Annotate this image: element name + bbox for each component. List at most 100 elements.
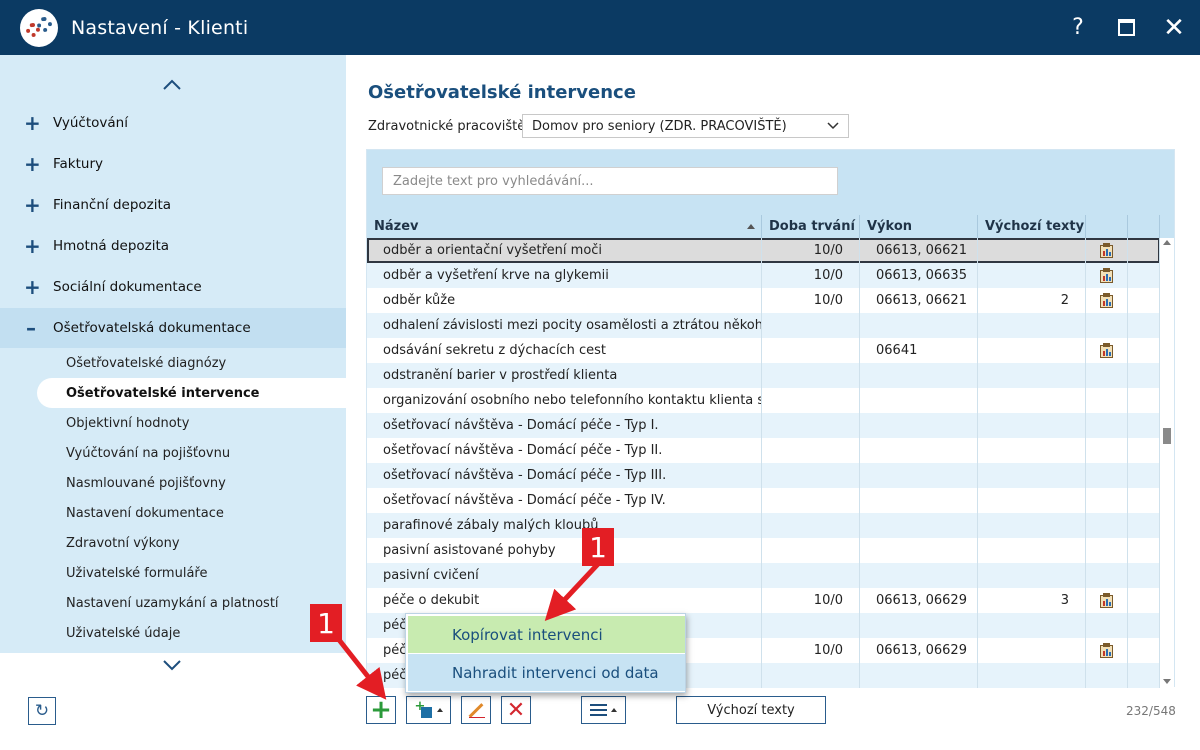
- cell-duration: [762, 538, 860, 563]
- cell-pad: [1128, 438, 1160, 463]
- sidebar-item-label: Ošetřovatelská dokumentace: [53, 320, 251, 336]
- add-button[interactable]: +: [366, 696, 396, 724]
- clipboard-chart-icon[interactable]: [1100, 293, 1113, 308]
- refresh-button[interactable]: ↻: [28, 697, 56, 725]
- cell-icon: [1086, 588, 1128, 613]
- table-row[interactable]: ošetřovací návštěva - Domácí péče - Typ …: [367, 413, 1160, 438]
- search-input[interactable]: [382, 167, 838, 195]
- help-button[interactable]: ?: [1054, 0, 1102, 55]
- maximize-button[interactable]: [1102, 0, 1150, 55]
- cell-vykon: [860, 613, 978, 638]
- cell-texts: [978, 563, 1086, 588]
- sidebar-subitem-label: Uživatelské formuláře: [66, 565, 208, 581]
- cell-pad: [1128, 288, 1160, 313]
- clipboard-chart-icon[interactable]: [1100, 243, 1113, 258]
- workplace-select[interactable]: Domov pro seniory (ZDR. PRACOVIŠTĚ): [522, 114, 849, 138]
- sidebar-item-hmotna-depozita[interactable]: + Hmotná depozita: [0, 226, 346, 266]
- table-row[interactable]: ošetřovací návštěva - Domácí péče - Typ …: [367, 463, 1160, 488]
- table-row[interactable]: pasivní cvičení: [367, 563, 1160, 588]
- table-row[interactable]: odsávání sekretu z dýchacích cest 06641: [367, 338, 1160, 363]
- sidebar-subitem[interactable]: Uživatelské formuláře: [0, 558, 346, 588]
- table-row[interactable]: ošetřovací návštěva - Domácí péče - Typ …: [367, 438, 1160, 463]
- sidebar-subitem[interactable]: Objektivní hodnoty: [0, 408, 346, 438]
- cell-pad: [1128, 338, 1160, 363]
- column-header-duration[interactable]: Doba trvání: [762, 215, 860, 238]
- sidebar-item-financni-depozita[interactable]: + Finanční depozita: [0, 185, 346, 225]
- cell-vykon: [860, 388, 978, 413]
- sidebar-subitem[interactable]: Uživatelské údaje: [0, 618, 346, 648]
- cell-icon: [1086, 413, 1128, 438]
- chevron-up-icon[interactable]: [160, 73, 184, 97]
- cell-vykon: 06613, 06621: [860, 288, 978, 313]
- sidebar-item-vyuctovani[interactable]: + Vyúčtování: [0, 103, 346, 143]
- table-row[interactable]: parafinové zábaly malých kloubů: [367, 513, 1160, 538]
- table-row[interactable]: ošetřovací návštěva - Domácí péče - Typ …: [367, 488, 1160, 513]
- sidebar: + Vyúčtování + Faktury + Finanční depozita …: [0, 55, 346, 750]
- pencil-icon: [468, 702, 484, 718]
- sidebar-subitem[interactable]: Nastavení uzamykání a platností: [0, 588, 346, 618]
- close-button[interactable]: ✕: [1150, 0, 1198, 55]
- sidebar-subitem[interactable]: Nastavení dokumentace: [0, 498, 346, 528]
- clipboard-chart-icon[interactable]: [1100, 343, 1113, 358]
- menu-item-replace-intervention[interactable]: Nahradit intervenci od data: [408, 654, 685, 691]
- scrollbar-thumb[interactable]: [1163, 428, 1171, 444]
- menu-item-copy-intervention[interactable]: Kopírovat intervenci: [408, 616, 685, 653]
- sidebar-item-label: Finanční depozita: [53, 197, 172, 213]
- sidebar-item-label: Vyúčtování: [53, 115, 128, 131]
- clipboard-chart-icon[interactable]: [1100, 643, 1113, 658]
- edit-button[interactable]: [461, 696, 491, 724]
- cell-texts: [978, 488, 1086, 513]
- sidebar-subitem-label: Ošetřovatelské intervence: [66, 385, 260, 401]
- cell-texts: [978, 513, 1086, 538]
- cell-vykon: [860, 663, 978, 688]
- sidebar-subitem[interactable]: Nasmlouvané pojišťovny: [0, 468, 346, 498]
- table-row[interactable]: odběr a vyšetření krve na glykemii 10/0 06…: [367, 263, 1160, 288]
- cell-duration: [762, 463, 860, 488]
- table-row[interactable]: organizování osobního nebo telefonního k…: [367, 388, 1160, 413]
- clipboard-chart-icon[interactable]: [1100, 593, 1113, 608]
- copy-icon: +: [415, 700, 433, 718]
- copy-menu-button[interactable]: +: [406, 696, 451, 724]
- cell-vykon: [860, 438, 978, 463]
- workplace-select-value: Domov pro seniory (ZDR. PRACOVIŠTĚ): [532, 118, 787, 134]
- table-row[interactable]: péče o dekubit 10/0 06613, 06629 3: [367, 588, 1160, 613]
- caret-up-icon: [436, 708, 443, 712]
- column-header-name[interactable]: Název: [367, 215, 762, 238]
- table-row[interactable]: odstranění barier v prostředí klienta: [367, 363, 1160, 388]
- cell-duration: [762, 363, 860, 388]
- sidebar-item-faktury[interactable]: + Faktury: [0, 144, 346, 184]
- table-row[interactable]: odhalení závislosti mezi pocity osamělos…: [367, 313, 1160, 338]
- clipboard-chart-icon[interactable]: [1100, 268, 1113, 283]
- column-header-vykon[interactable]: Výkon: [860, 215, 978, 238]
- sidebar-subitem[interactable]: Vyúčtování na pojišťovnu: [0, 438, 346, 468]
- sidebar-subitem[interactable]: Zdravotní výkony: [0, 528, 346, 558]
- sidebar-item-osetrovatelska-dokumentace[interactable]: – Ošetřovatelská dokumentace: [0, 308, 346, 348]
- cell-name: ošetřovací návštěva - Domácí péče - Typ …: [367, 463, 762, 488]
- cell-duration: [762, 613, 860, 638]
- table-row[interactable]: odběr kůže 10/0 06613, 06621 2: [367, 288, 1160, 313]
- vertical-scrollbar[interactable]: [1160, 238, 1174, 687]
- column-header-texts[interactable]: Výchozí texty: [978, 215, 1086, 238]
- cell-name: odhalení závislosti mezi pocity osamělos…: [367, 313, 762, 338]
- sidebar-subitem-selected[interactable]: Ošetřovatelské intervence: [37, 378, 346, 408]
- default-texts-button[interactable]: Výchozí texty: [676, 696, 826, 724]
- cell-icon: [1086, 563, 1128, 588]
- cell-vykon: 06613, 06621: [860, 238, 978, 263]
- more-menu-button[interactable]: [581, 696, 626, 724]
- chevron-down-icon[interactable]: [160, 653, 184, 677]
- cell-texts: [978, 338, 1086, 363]
- cell-pad: [1128, 388, 1160, 413]
- sidebar-subitem[interactable]: Ošetřovatelské diagnózy: [0, 348, 346, 378]
- cell-vykon: [860, 413, 978, 438]
- delete-button[interactable]: ✕: [501, 696, 531, 724]
- cell-duration: 10/0: [762, 588, 860, 613]
- scroll-up-icon[interactable]: [1163, 240, 1171, 245]
- cell-texts: [978, 463, 1086, 488]
- sidebar-subitem-label: Uživatelské údaje: [66, 625, 181, 641]
- scroll-down-icon[interactable]: [1163, 679, 1171, 684]
- table-row[interactable]: odběr a orientační vyšetření moči 10/0 066…: [367, 238, 1160, 263]
- sidebar-item-socialni-dokumentace[interactable]: + Sociální dokumentace: [0, 267, 346, 307]
- table-row[interactable]: pasivní asistované pohyby: [367, 538, 1160, 563]
- plus-icon: +: [370, 695, 392, 725]
- cell-name: odstranění barier v prostředí klienta: [367, 363, 762, 388]
